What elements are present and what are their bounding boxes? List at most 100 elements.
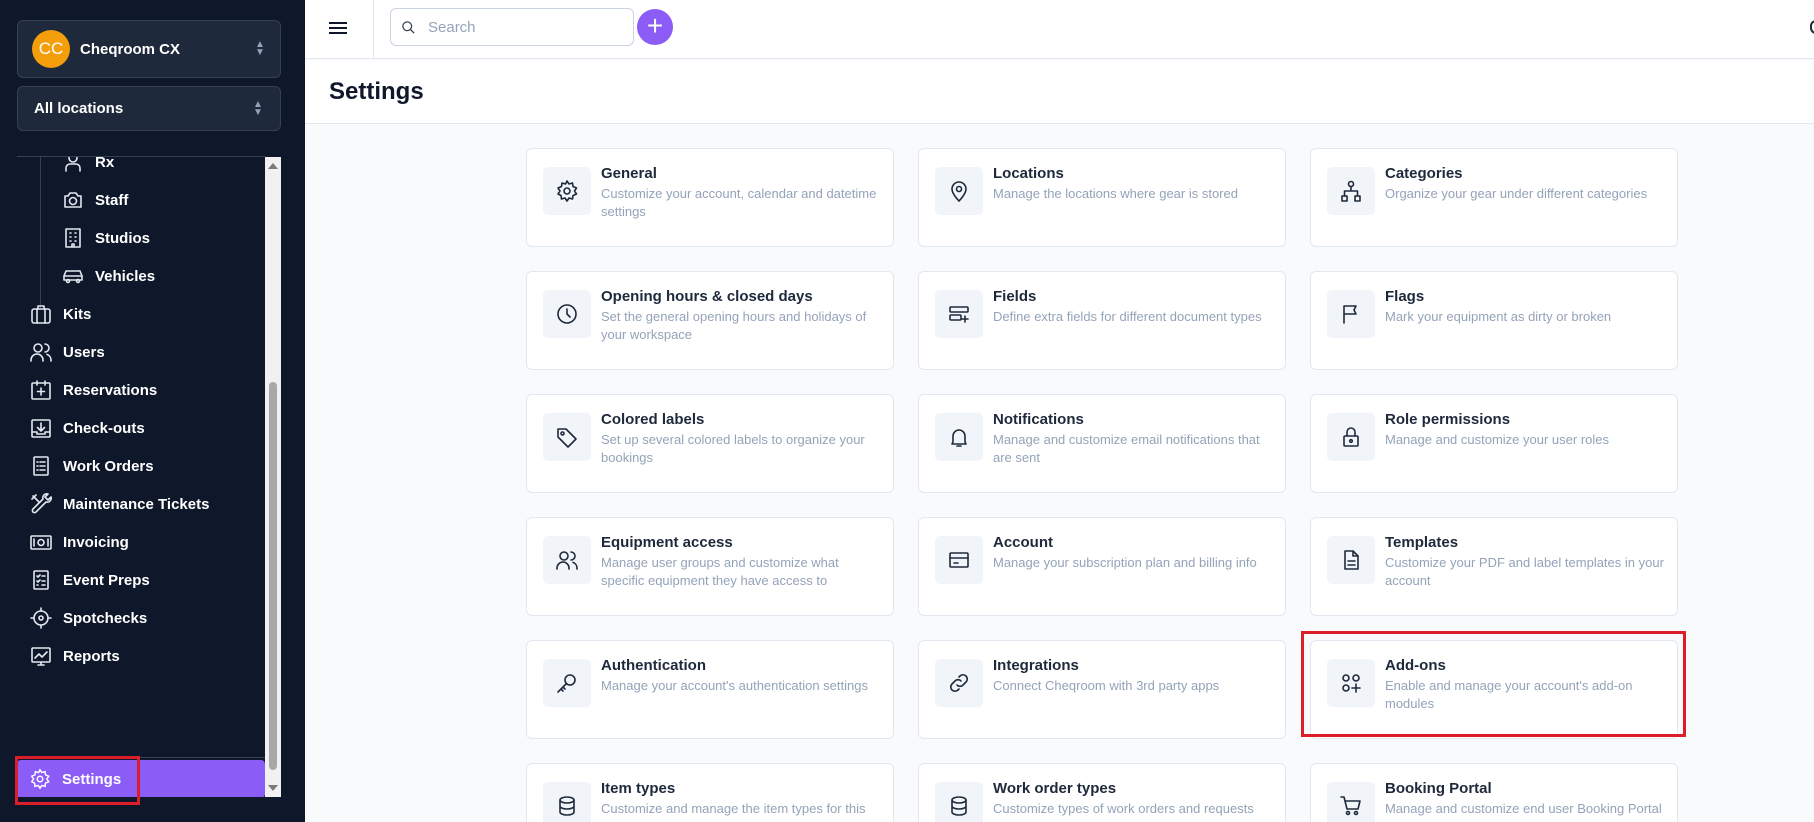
database-icon xyxy=(951,796,967,816)
sidebar-item-label: Rx xyxy=(95,157,115,171)
calendar-plus-icon xyxy=(31,380,51,400)
highlight-box-settings xyxy=(15,756,140,805)
tree-line xyxy=(40,157,41,309)
search-box[interactable] xyxy=(390,8,634,46)
settings-card-role-permissions[interactable]: Role permissions Manage and customize yo… xyxy=(1310,394,1678,493)
card-description: Customize types of work orders and reque… xyxy=(993,801,1254,816)
page-title: Settings xyxy=(329,78,424,105)
location-switcher[interactable]: All locations ▲ ▼ xyxy=(17,86,281,131)
sidebar-item-rx[interactable]: Rx xyxy=(61,157,114,182)
sidebar-item-work-orders[interactable]: Work Orders xyxy=(29,446,154,486)
sidebar-item-label: Work Orders xyxy=(63,457,154,475)
card-description: Manage user groups and customize what sp… xyxy=(601,555,839,588)
highlight-box-add-ons xyxy=(1301,631,1686,737)
sidebar-item-label: Spotchecks xyxy=(63,609,148,627)
card-title: Notifications xyxy=(993,411,1084,428)
money-icon xyxy=(30,535,52,550)
sidebar-item-reports[interactable]: Reports xyxy=(29,636,120,676)
sidebar-nav: Rx Staff Studios Vehicles Kits Users Res… xyxy=(17,157,265,797)
settings-card-integrations[interactable]: Integrations Connect Cheqroom with 3rd p… xyxy=(918,640,1286,739)
sidebar-item-label: Invoicing xyxy=(63,533,129,551)
settings-card-templates[interactable]: Templates Customize your PDF and label t… xyxy=(1310,517,1678,616)
card-title: Locations xyxy=(993,165,1064,182)
card-title: Flags xyxy=(1385,288,1425,305)
card-title: Booking Portal xyxy=(1385,780,1492,797)
card-description: Manage and customize email notifications… xyxy=(993,432,1260,465)
sidebar-item-label: Event Preps xyxy=(63,571,150,589)
tray-download-icon xyxy=(31,419,51,438)
scroll-thumb[interactable] xyxy=(269,382,277,770)
sidebar: CC Cheqroom CX ▲ ▼ All locations ▲ ▼ Rx St… xyxy=(0,0,305,822)
card-title: Templates xyxy=(1385,534,1459,551)
hierarchy-icon xyxy=(1341,180,1361,202)
settings-card-authentication[interactable]: Authentication Manage your account's aut… xyxy=(526,640,894,739)
sidebar-item-studios[interactable]: Studios xyxy=(61,218,150,258)
sidebar-scrollbar[interactable] xyxy=(265,157,281,797)
card-title: Categories xyxy=(1385,165,1463,182)
search-icon xyxy=(402,20,415,34)
settings-card-fields[interactable]: Fields Define extra fields for different… xyxy=(918,271,1286,370)
chevron-updown-icon: ▲ ▼ xyxy=(255,39,265,58)
card-description: Manage and customize your user roles xyxy=(1385,432,1610,447)
sidebar-item-invoicing[interactable]: Invoicing xyxy=(29,522,129,562)
sidebar-item-maintenance-tickets[interactable]: Maintenance Tickets xyxy=(29,484,209,524)
card-description: Manage and customize end user Booking Po… xyxy=(1385,801,1662,816)
sidebar-item-vehicles[interactable]: Vehicles xyxy=(61,256,155,296)
map-pin-icon xyxy=(951,181,967,202)
scroll-down-icon[interactable] xyxy=(268,785,278,791)
card-description: Customize and manage the item types for … xyxy=(601,801,866,816)
card-title: Role permissions xyxy=(1385,411,1511,428)
database-icon xyxy=(559,796,575,816)
settings-card-equipment-access[interactable]: Equipment access Manage user groups and … xyxy=(526,517,894,616)
page-header: Settings xyxy=(305,60,1814,124)
sidebar-item-check-outs[interactable]: Check-outs xyxy=(29,408,145,448)
settings-card-work-order-types[interactable]: Work order types Customize types of work… xyxy=(918,763,1286,822)
sidebar-item-label: Check-outs xyxy=(63,419,145,437)
scroll-up-icon[interactable] xyxy=(268,163,278,169)
settings-card-colored-labels[interactable]: Colored labels Set up several colored la… xyxy=(526,394,894,493)
card-title: Work order types xyxy=(993,780,1117,797)
card-description: Manage the locations where gear is store… xyxy=(993,186,1238,201)
crosshair-icon xyxy=(30,607,52,629)
card-description: Define extra fields for different docume… xyxy=(993,309,1262,324)
flag-icon xyxy=(1343,305,1357,324)
hamburger-menu-icon[interactable] xyxy=(329,20,347,36)
card-title: Equipment access xyxy=(601,534,733,551)
settings-card-opening-hours[interactable]: Opening hours & closed days Set the gene… xyxy=(526,271,894,370)
card-title: Colored labels xyxy=(601,411,705,428)
location-name: All locations xyxy=(34,100,124,117)
building-icon xyxy=(65,228,81,248)
settings-card-general[interactable]: General Customize your account, calendar… xyxy=(526,148,894,247)
sidebar-item-label: Vehicles xyxy=(95,267,156,285)
settings-card-item-types[interactable]: Item types Customize and manage the item… xyxy=(526,763,894,822)
fields-plus-icon xyxy=(949,306,969,323)
topbar: + xyxy=(305,0,1814,59)
settings-card-flags[interactable]: Flags Mark your equipment as dirty or br… xyxy=(1310,271,1678,370)
profile-icon[interactable] xyxy=(1810,20,1814,34)
sidebar-item-reservations[interactable]: Reservations xyxy=(29,370,157,410)
settings-card-account[interactable]: Account Manage your subscription plan an… xyxy=(918,517,1286,616)
sidebar-item-event-preps[interactable]: Event Preps xyxy=(29,560,150,600)
search-input[interactable] xyxy=(428,18,608,36)
lock-icon xyxy=(1343,427,1359,447)
sidebar-item-staff[interactable]: Staff xyxy=(61,180,128,220)
sidebar-item-users[interactable]: Users xyxy=(29,332,105,372)
card-description: Set the general opening hours and holida… xyxy=(601,309,867,342)
sidebar-item-kits[interactable]: Kits xyxy=(29,294,91,334)
sidebar-item-label: Reports xyxy=(63,647,120,665)
checklist-icon xyxy=(33,570,49,590)
sidebar-item-spotchecks[interactable]: Spotchecks xyxy=(29,598,147,638)
org-switcher[interactable]: CC Cheqroom CX ▲ ▼ xyxy=(17,20,281,78)
card-title: Fields xyxy=(993,288,1037,305)
org-name: Cheqroom CX xyxy=(80,40,181,58)
settings-card-booking-portal[interactable]: Booking Portal Manage and customize end … xyxy=(1310,763,1678,822)
add-button[interactable]: + xyxy=(637,9,673,45)
settings-card-notifications[interactable]: Notifications Manage and customize email… xyxy=(918,394,1286,493)
sidebar-item-label: Users xyxy=(63,343,105,361)
settings-card-locations[interactable]: Locations Manage the locations where gea… xyxy=(918,148,1286,247)
users-icon xyxy=(30,343,52,362)
tools-icon xyxy=(31,493,52,514)
kit-icon xyxy=(31,305,51,324)
settings-card-categories[interactable]: Categories Organize your gear under diff… xyxy=(1310,148,1678,247)
card-title: Authentication xyxy=(601,657,706,674)
